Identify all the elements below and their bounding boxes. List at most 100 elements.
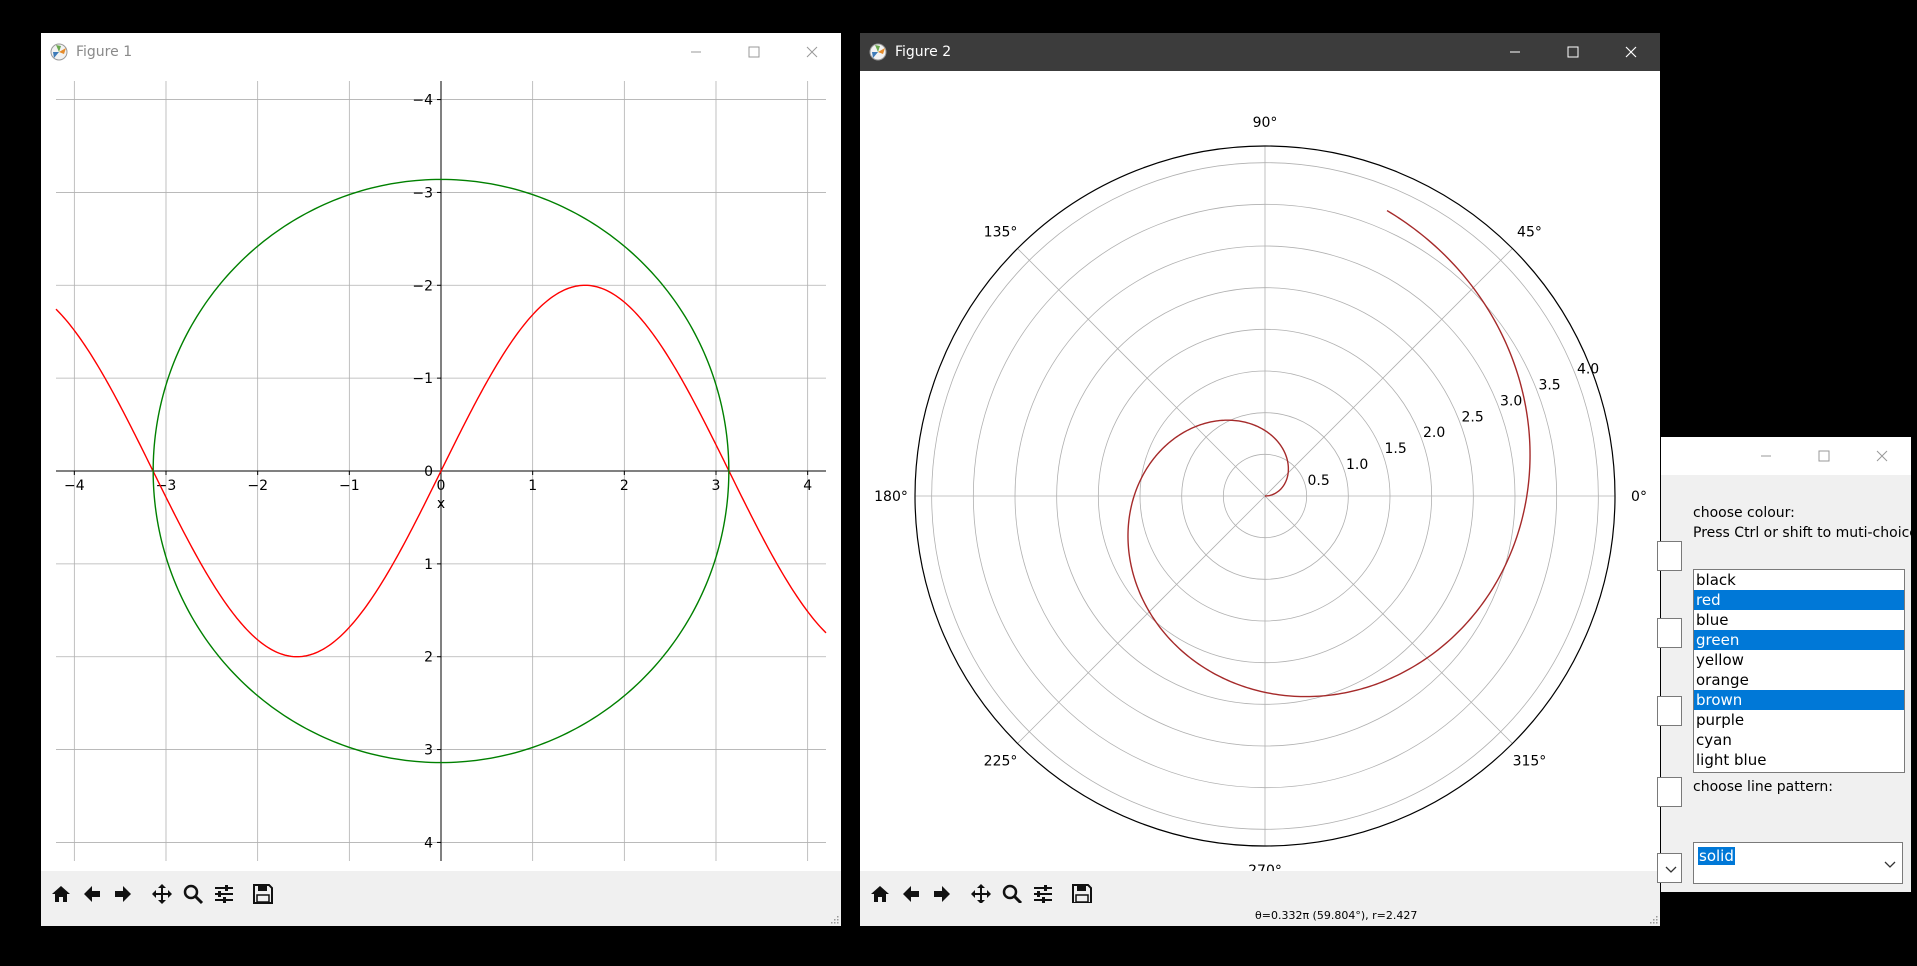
colour-listbox[interactable]: black red blue green yellow orange brown purple… xyxy=(1693,569,1905,773)
configure-subplots-button[interactable] xyxy=(208,879,239,909)
figure1-plot[interactable]: −4 4 −3 3 −2 2 −1 1 00 1 −1 2 −2 3 −3 4 −4 x xyxy=(41,71,841,879)
y-tick-label: 3 xyxy=(424,743,433,759)
angular-grid-line xyxy=(1264,495,1513,744)
floppy-disk-icon xyxy=(1071,884,1092,904)
move-icon xyxy=(970,884,991,904)
dialog-titlebar[interactable] xyxy=(1661,437,1911,475)
angular-grid-line xyxy=(1017,495,1266,744)
angle-tick-label: 45° xyxy=(1517,225,1542,241)
arrow-right-icon xyxy=(114,886,131,902)
figure1-window: Figure 1 −4 4 −3 3 −2 2 −1 1 0 0 1 −1 2 −2 3 −3 4 −4 x xyxy=(41,33,841,926)
x-tick-label: −2 xyxy=(247,478,268,494)
minimize-button[interactable] xyxy=(667,33,725,71)
back-button[interactable] xyxy=(76,879,107,909)
angle-tick-label: 315° xyxy=(1513,753,1547,769)
x-tick-label: −3 xyxy=(156,478,177,494)
zoom-button[interactable] xyxy=(177,879,208,909)
magnifier-icon xyxy=(1002,884,1022,905)
y-tick-label: 4 xyxy=(424,835,433,851)
line-pattern-value: solid xyxy=(1698,847,1735,865)
maximize-button[interactable] xyxy=(1544,33,1602,71)
y-tick-label: −3 xyxy=(412,185,433,201)
close-button[interactable] xyxy=(1602,33,1660,71)
colour-option[interactable]: green xyxy=(1694,630,1904,650)
colour-option[interactable]: orange xyxy=(1694,670,1904,690)
colour-option[interactable]: purple xyxy=(1694,710,1904,730)
colour-option[interactable]: brown xyxy=(1694,690,1904,710)
close-button[interactable] xyxy=(1853,437,1911,475)
minimize-button[interactable] xyxy=(1737,437,1795,475)
pan-button[interactable] xyxy=(146,879,177,909)
x-tick-label: −1 xyxy=(339,478,360,494)
magnifier-icon xyxy=(183,884,203,905)
x-axis-label: x xyxy=(437,496,445,512)
hidden-input-1[interactable] xyxy=(1657,541,1682,571)
close-button[interactable] xyxy=(783,33,841,71)
y-tick-label: −1 xyxy=(412,371,433,387)
angle-tick-label: 225° xyxy=(984,753,1018,769)
hidden-input-2[interactable] xyxy=(1657,618,1682,648)
colour-option[interactable]: blue xyxy=(1694,610,1904,630)
save-button[interactable] xyxy=(247,879,278,909)
colour-option[interactable]: black xyxy=(1694,570,1904,590)
figure1-titlebar[interactable]: Figure 1 xyxy=(41,33,841,71)
angle-tick-label: 0° xyxy=(1631,489,1647,505)
y-tick-label: −4 xyxy=(412,93,433,109)
chevron-down-icon xyxy=(1884,861,1896,868)
figure2-plot[interactable]: 0° 45° 90° 135° 180° 225° 270° 315° 0.5 1.0 1.5 2.0… xyxy=(860,71,1660,871)
line-pattern-select[interactable]: solid xyxy=(1693,842,1903,884)
minimize-button[interactable] xyxy=(1486,33,1544,71)
y-tick-label: 2 xyxy=(424,650,433,666)
figure1-toolbar xyxy=(41,871,841,917)
floppy-disk-icon xyxy=(252,884,273,904)
home-button[interactable] xyxy=(45,879,76,909)
angle-tick-label: 135° xyxy=(984,225,1018,241)
x-tick-label: 1 xyxy=(528,478,537,494)
home-icon xyxy=(51,886,70,902)
radial-tick-label: 3.5 xyxy=(1538,377,1560,393)
figure2-titlebar[interactable]: Figure 2 xyxy=(860,33,1660,71)
maximize-button[interactable] xyxy=(1795,437,1853,475)
series-spiral-curve xyxy=(1127,209,1531,698)
radial-tick-label: 0.5 xyxy=(1307,473,1329,489)
arrow-left-icon xyxy=(902,886,919,902)
angle-tick-label: 270° xyxy=(1248,863,1282,871)
colour-option[interactable]: red xyxy=(1694,590,1904,610)
angular-grid-line xyxy=(1264,248,1513,497)
colour-label: choose colour: xyxy=(1693,505,1795,521)
angular-grid-line xyxy=(1017,248,1266,497)
x-tick-label: 4 xyxy=(803,478,812,494)
resize-grip-icon[interactable] xyxy=(1648,914,1658,924)
home-icon xyxy=(870,886,889,902)
move-icon xyxy=(151,884,172,904)
maximize-button[interactable] xyxy=(725,33,783,71)
y-tick-label: 0 xyxy=(424,464,433,480)
resize-grip-icon[interactable] xyxy=(829,914,839,924)
hidden-input-4[interactable] xyxy=(1657,777,1682,807)
multi-choice-hint: Press Ctrl or shift to muti-choice xyxy=(1693,525,1917,541)
figure1-title: Figure 1 xyxy=(76,44,133,60)
radial-tick-label: 1.0 xyxy=(1346,457,1368,473)
colour-option[interactable]: yellow xyxy=(1694,650,1904,670)
sliders-icon xyxy=(214,885,233,903)
matplotlib-app-icon xyxy=(50,43,68,61)
colour-option[interactable]: light blue xyxy=(1694,750,1904,770)
x-tick-label: 2 xyxy=(620,478,629,494)
radial-tick-label: 4.0 xyxy=(1577,361,1599,377)
hidden-dropdown[interactable] xyxy=(1657,853,1682,883)
figure1-statusbar xyxy=(41,917,841,926)
line-pattern-label: choose line pattern: xyxy=(1693,779,1833,795)
forward-button[interactable] xyxy=(107,879,138,909)
coordinate-readout: θ=0.332π (59.804°), r=2.427 xyxy=(1255,909,1418,922)
hidden-input-3[interactable] xyxy=(1657,696,1682,726)
x-tick-label: −4 xyxy=(64,478,85,494)
arrow-right-icon xyxy=(933,886,950,902)
colour-option[interactable]: cyan xyxy=(1694,730,1904,750)
x-tick-label: 0 xyxy=(437,478,446,494)
figure2-window: Figure 2 0° 45° 90° 135° 180° 225° 270° 315° 0.5… xyxy=(860,33,1660,926)
angle-tick-label: 180° xyxy=(874,489,908,505)
arrow-left-icon xyxy=(83,886,100,902)
y-tick-label: 1 xyxy=(424,557,433,573)
x-tick-label: 3 xyxy=(712,478,721,494)
figure2-statusbar: θ=0.332π (59.804°), r=2.427 xyxy=(860,903,1660,926)
